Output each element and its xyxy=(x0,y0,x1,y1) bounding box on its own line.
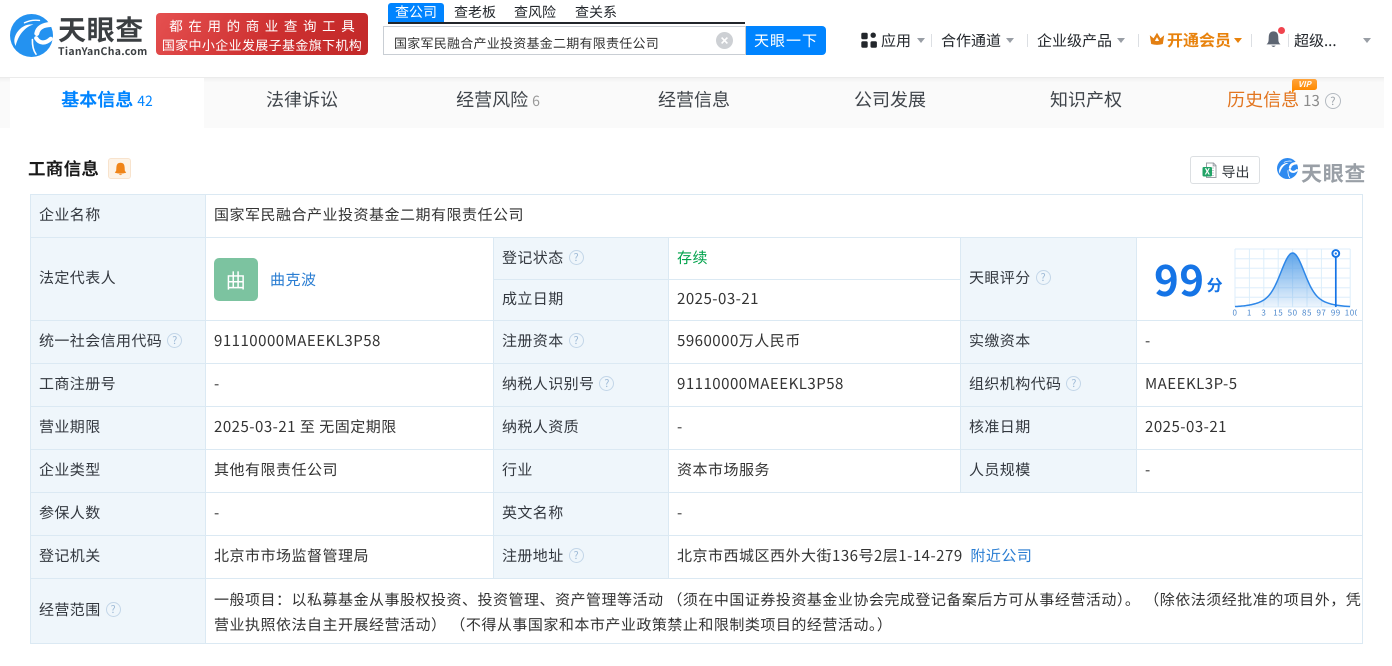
svg-text:1: 1 xyxy=(1247,308,1252,319)
svg-text:100: 100 xyxy=(1345,308,1357,319)
svg-text:99: 99 xyxy=(1331,308,1341,319)
svg-text:3: 3 xyxy=(1261,308,1266,319)
svg-text:50: 50 xyxy=(1288,308,1298,319)
svg-text:X: X xyxy=(1205,165,1211,177)
svg-text:15: 15 xyxy=(1273,308,1283,319)
svg-text:0: 0 xyxy=(1233,308,1238,319)
svg-text:85: 85 xyxy=(1302,308,1312,319)
svg-text:97: 97 xyxy=(1316,308,1326,319)
